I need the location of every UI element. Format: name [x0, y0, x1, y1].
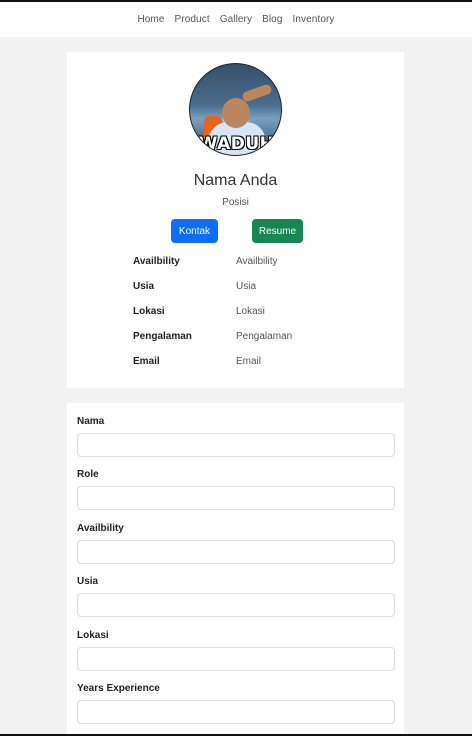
profile-card: WADUH Nama Anda Posisi Kontak Resume Ava…	[67, 52, 404, 388]
info-value-lokasi: Lokasi	[236, 306, 265, 317]
availbility-label: Availbility	[77, 523, 124, 534]
info-value-pengalaman: Pengalaman	[236, 331, 293, 342]
nav-gallery-link[interactable]: Gallery	[220, 14, 252, 25]
lokasi-input[interactable]	[77, 647, 395, 671]
info-key-email: Email	[133, 356, 160, 367]
resume-button[interactable]: Resume	[252, 219, 303, 243]
nama-input[interactable]	[77, 433, 395, 457]
profile-form: Nama Role Availbility Usia Lokasi Years …	[67, 403, 404, 736]
years-experience-label: Years Experience	[77, 683, 160, 694]
nav-inventory-link[interactable]: Inventory	[293, 14, 335, 25]
info-value-availbility: Availbility	[236, 256, 278, 267]
availbility-input[interactable]	[77, 540, 395, 564]
info-key-lokasi: Lokasi	[133, 306, 165, 317]
role-input[interactable]	[77, 486, 395, 510]
info-key-usia: Usia	[133, 281, 155, 292]
profile-name: Nama Anda	[193, 172, 278, 189]
nav-product-link[interactable]: Product	[175, 14, 210, 25]
avatar-face	[222, 98, 250, 128]
usia-label: Usia	[77, 576, 99, 587]
avatar-arm	[241, 83, 273, 103]
profile-position: Posisi	[222, 197, 249, 208]
info-value-email: Email	[236, 356, 262, 367]
avatar: WADUH	[189, 63, 282, 156]
info-key-pengalaman: Pengalaman	[133, 331, 192, 342]
info-key-availbility: Availbility	[133, 256, 180, 267]
info-value-usia: Usia	[236, 281, 257, 292]
avatar-caption: WADUH	[198, 134, 275, 154]
nama-label: Nama	[77, 416, 105, 427]
years-experience-input[interactable]	[77, 700, 395, 724]
usia-input[interactable]	[77, 593, 395, 617]
kontak-button[interactable]: Kontak	[171, 219, 218, 243]
nav-home-link[interactable]: Home	[137, 14, 164, 25]
nav-blog-link[interactable]: Blog	[262, 14, 282, 25]
role-label: Role	[77, 469, 99, 480]
top-navbar: Home Product Gallery Blog Inventory	[0, 2, 472, 37]
lokasi-label: Lokasi	[77, 630, 109, 641]
